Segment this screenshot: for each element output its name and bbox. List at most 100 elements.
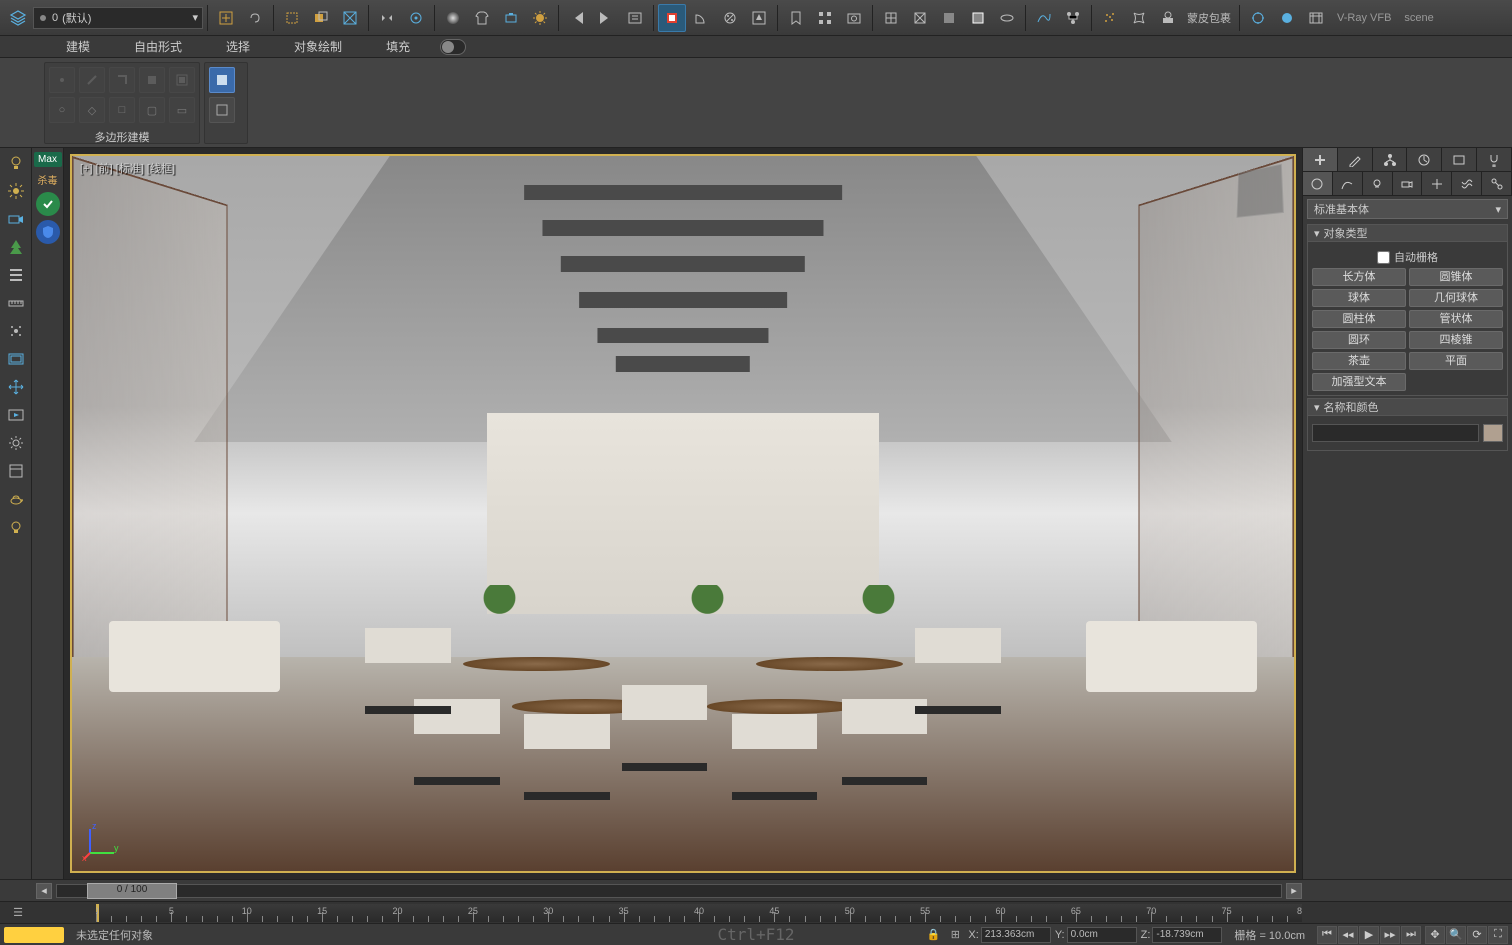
align-icon[interactable] [402,4,430,32]
scene-label[interactable]: scene [1398,12,1439,24]
prim-torus[interactable]: 圆环 [1312,331,1406,349]
subtab-cameras[interactable] [1393,172,1423,195]
play-back-icon[interactable] [563,4,591,32]
ruler-menu-icon[interactable]: ☰ [9,904,27,922]
prim-plane[interactable]: 平面 [1409,352,1503,370]
tree-icon[interactable] [3,234,29,260]
prim-tube[interactable]: 管状体 [1409,310,1503,328]
shaded-icon[interactable] [935,4,963,32]
goto-end[interactable]: ⏭ [1401,926,1421,944]
play-icon[interactable] [3,402,29,428]
layer-manager-icon[interactable] [4,4,32,32]
rollout-name-color[interactable]: ▾ 名称和颜色 [1307,398,1508,416]
vray-light-icon[interactable] [1244,4,1272,32]
link-icon[interactable] [241,4,269,32]
coord-y-input[interactable] [1067,927,1137,943]
max-badge[interactable]: Max [34,152,62,167]
window-icon[interactable] [3,458,29,484]
time-ruler[interactable]: 05101520253035404550556065707580 [96,904,1302,922]
rib-constraint-1[interactable] [209,67,235,93]
primitive-category-dropdown[interactable]: 标准基本体 ▾ [1307,199,1508,219]
wire-icon[interactable] [906,4,934,32]
rollout-object-type[interactable]: ▾ 对象类型 [1307,224,1508,242]
scan-icon[interactable] [36,192,60,216]
layer-combo[interactable]: 0 (默认) ▾ [33,7,203,29]
cloth-icon[interactable] [1125,4,1153,32]
toggle-icon[interactable] [993,4,1021,32]
prim-teapot[interactable]: 茶壶 [1312,352,1406,370]
render-icon[interactable] [526,4,554,32]
move-icon[interactable] [3,374,29,400]
prim-textplus[interactable]: 加强型文本 [1312,373,1406,391]
coord-x-input[interactable] [981,927,1051,943]
time-slider-track[interactable]: 0 / 100 [56,884,1282,898]
grid-icon[interactable] [877,4,905,32]
light-icon[interactable] [3,150,29,176]
snapshot-icon[interactable] [840,4,868,32]
goto-start[interactable]: ⏮ [1317,926,1337,944]
prim-cone[interactable]: 圆锥体 [1409,268,1503,286]
menu-objpaint[interactable]: 对象绘制 [272,35,364,58]
vray-vfb-label[interactable]: V-Ray VFB [1331,12,1397,24]
isolate-icon[interactable] [336,4,364,32]
object-color-swatch[interactable] [1483,424,1503,442]
angle-snap-icon[interactable] [687,4,715,32]
viewcube[interactable] [1236,164,1283,218]
array-icon[interactable] [811,4,839,32]
material-editor-icon[interactable] [439,4,467,32]
camera-icon[interactable] [3,206,29,232]
rib-constraint-2[interactable] [209,97,235,123]
mirror-icon[interactable] [373,4,401,32]
viewport-label[interactable]: [+] [前] [标准] [线框] [80,160,175,176]
nav-zoom[interactable]: 🔍 [1446,926,1466,944]
viewport[interactable]: [+] [前] [标准] [线框] [70,154,1296,873]
menu-fill[interactable]: 填充 [364,35,432,58]
time-prev[interactable]: ◂ [36,883,52,899]
list-icon[interactable] [3,262,29,288]
prim-pyramid[interactable]: 四棱锥 [1409,331,1503,349]
tab-create[interactable] [1303,148,1338,171]
create-icon[interactable] [212,4,240,32]
nav-pan[interactable]: ✥ [1425,926,1445,944]
menu-freeform[interactable]: 自由形式 [112,35,204,58]
spray-icon[interactable] [3,318,29,344]
gear-icon[interactable] [3,430,29,456]
prim-geosphere[interactable]: 几何球体 [1409,289,1503,307]
object-name-input[interactable] [1312,424,1479,442]
shield-icon[interactable] [36,220,60,244]
spinner-snap-icon[interactable] [745,4,773,32]
percent-snap-icon[interactable] [716,4,744,32]
transform-type-icon[interactable]: ⊞ [946,926,964,944]
curve-editor-icon[interactable] [1030,4,1058,32]
subtab-helpers[interactable] [1422,172,1452,195]
vray-mat-icon[interactable] [1273,4,1301,32]
prev-frame[interactable]: ◂◂ [1338,926,1358,944]
prim-sphere[interactable]: 球体 [1312,289,1406,307]
autogrid-checkbox[interactable] [1377,251,1390,264]
tab-motion[interactable] [1407,148,1442,171]
edged-icon[interactable] [964,4,992,32]
subtab-spacewarps[interactable] [1452,172,1482,195]
subtab-geometry[interactable] [1303,172,1333,195]
shirt-icon[interactable] [468,4,496,32]
play-fwd-icon[interactable] [592,4,620,32]
vray-frame-icon[interactable] [1302,4,1330,32]
time-next[interactable]: ▸ [1286,883,1302,899]
bulb-icon[interactable] [3,514,29,540]
render-setup-icon[interactable] [497,4,525,32]
particle-icon[interactable] [1096,4,1124,32]
subtab-shapes[interactable] [1333,172,1363,195]
time-config-icon[interactable] [621,4,649,32]
safe-frame-icon[interactable] [3,346,29,372]
menu-modeling[interactable]: 建模 [44,35,112,58]
massfx-icon[interactable] [1154,4,1182,32]
menu-toggle[interactable] [440,39,466,55]
menu-select[interactable]: 选择 [204,35,272,58]
teapot-tool-icon[interactable] [3,486,29,512]
selection-set-icon[interactable] [307,4,335,32]
snap-toggle-icon[interactable] [658,4,686,32]
sun-icon[interactable] [3,178,29,204]
nav-max[interactable]: ⛶ [1488,926,1508,944]
tab-display[interactable] [1442,148,1477,171]
tab-hierarchy[interactable] [1373,148,1408,171]
